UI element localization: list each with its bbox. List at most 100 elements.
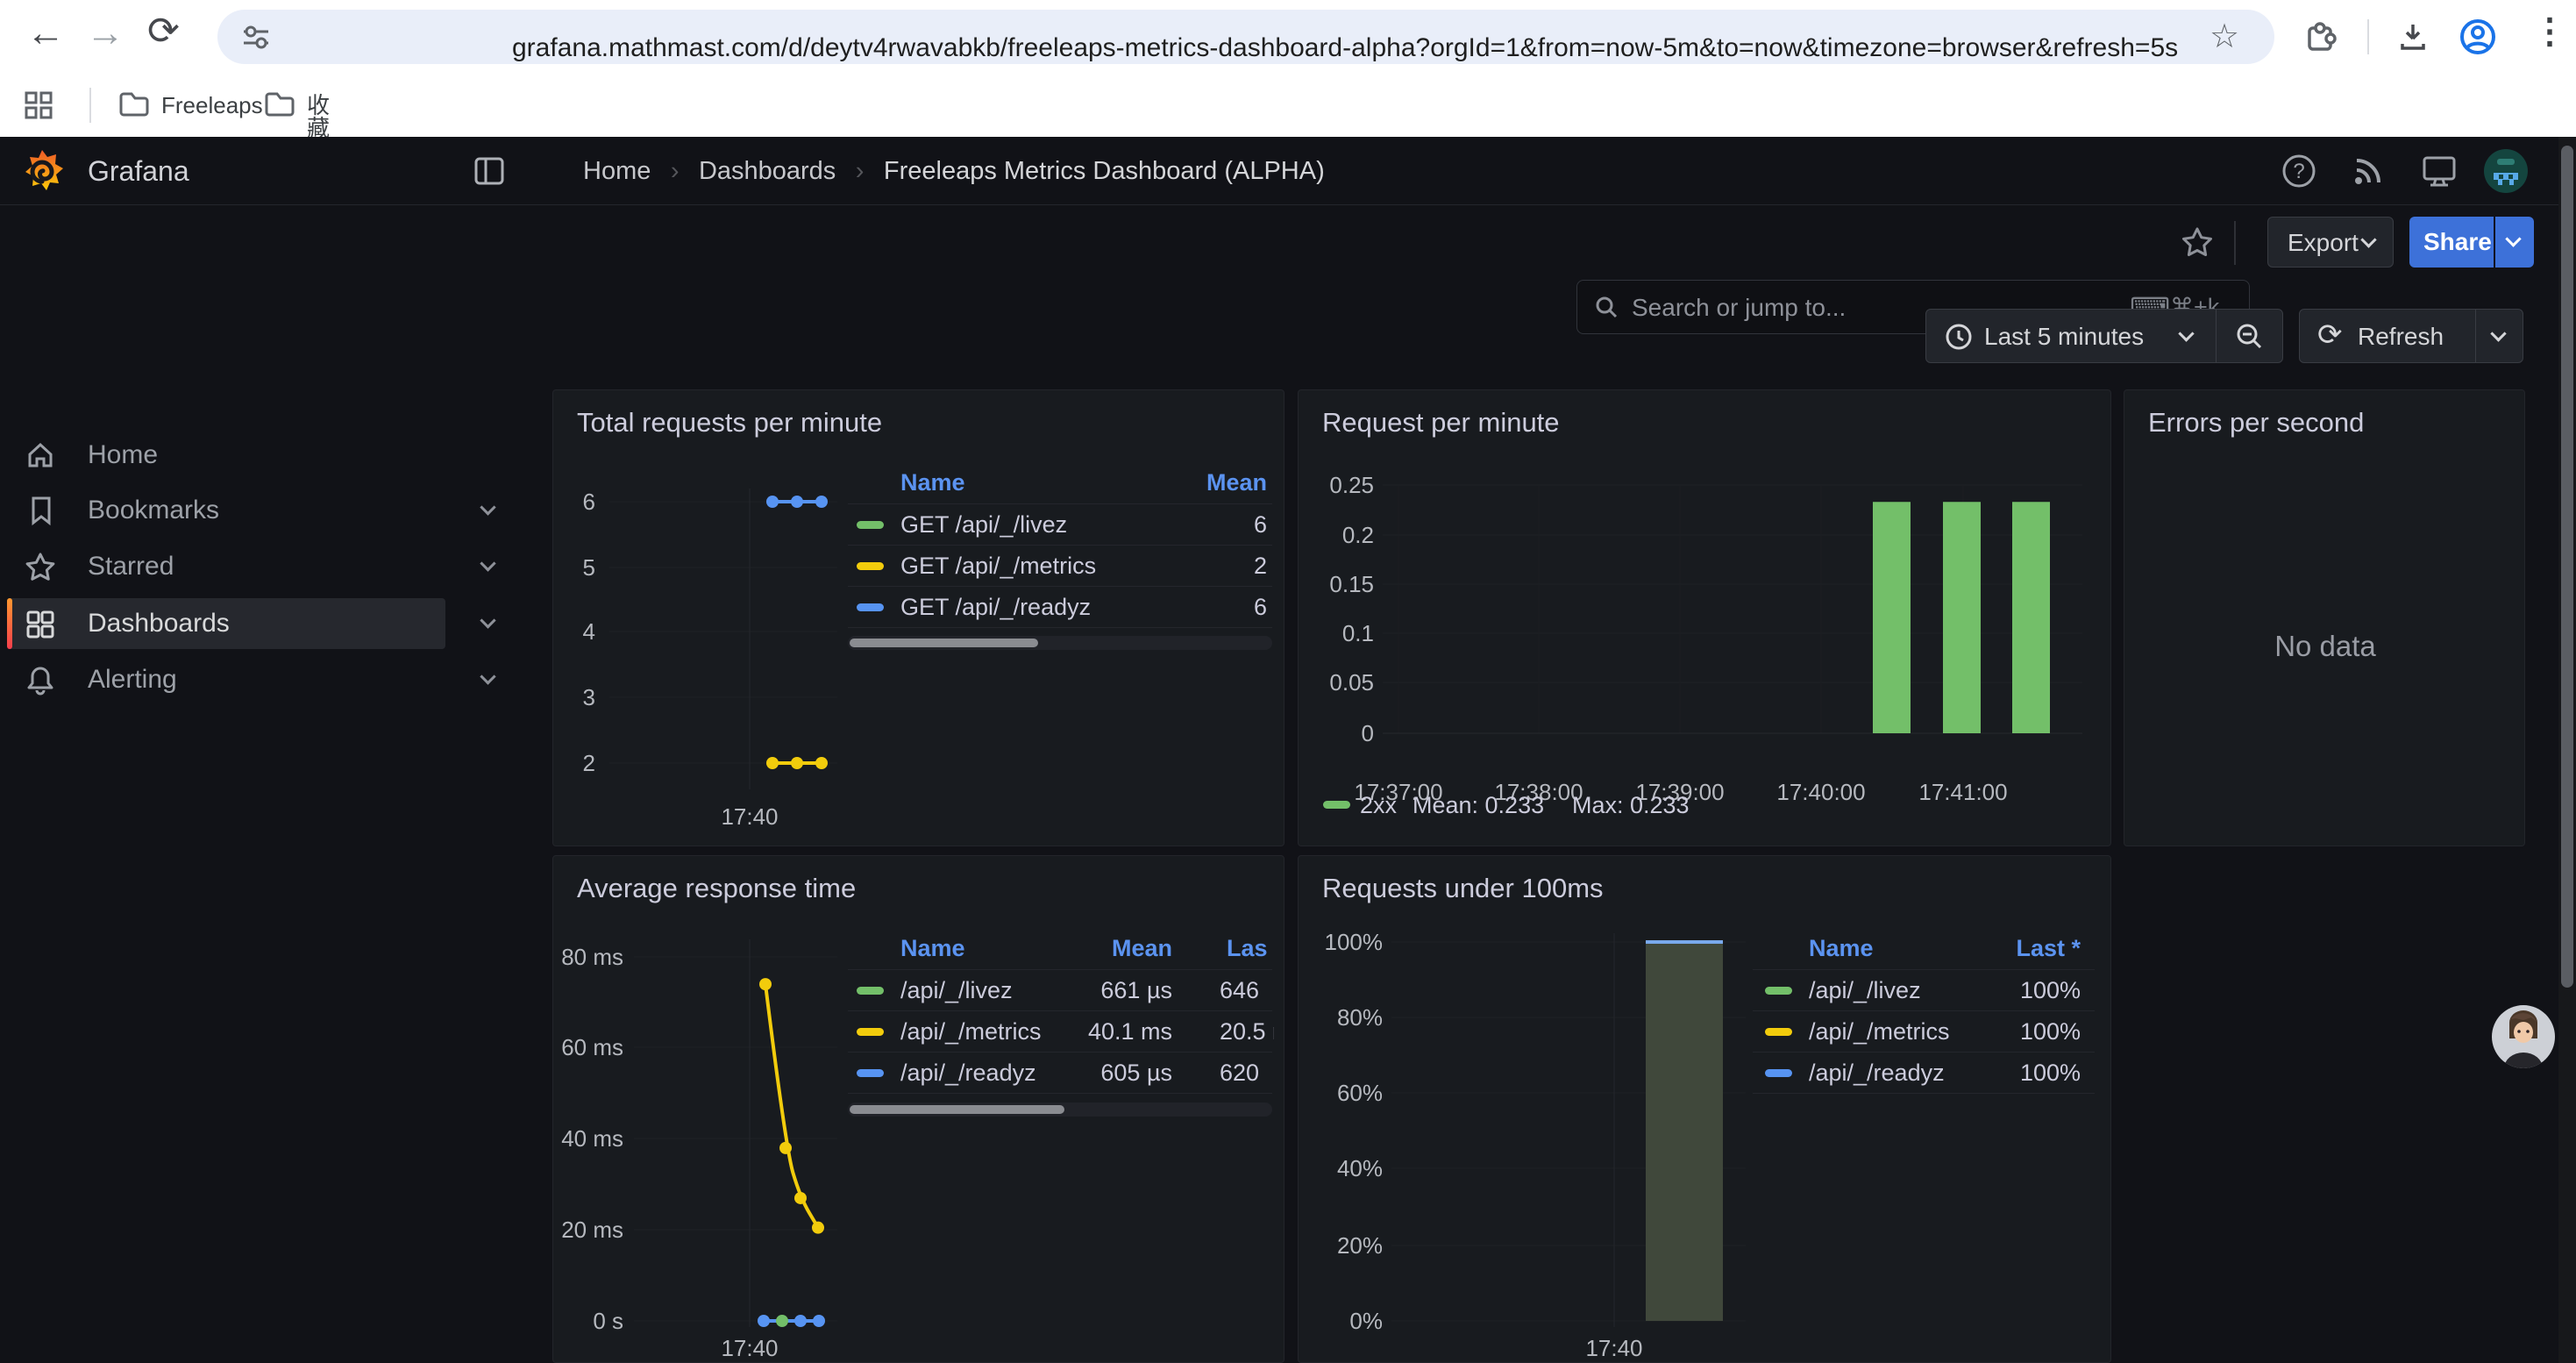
search-placeholder: Search or jump to... — [1632, 296, 1846, 320]
series-swatch — [857, 1069, 884, 1077]
button-divider — [2216, 310, 2217, 362]
time-range-picker[interactable]: Last 5 minutes — [1925, 309, 2283, 363]
reload-icon[interactable]: ⟳ — [147, 12, 180, 51]
refresh-button[interactable]: ⟳ Refresh — [2299, 309, 2523, 363]
sidebar-item-alerting[interactable]: Alerting — [0, 653, 522, 706]
brand-title: Grafana — [88, 157, 189, 185]
chevron-down-icon — [2505, 231, 2521, 246]
panel-total-requests: Total requests per minute 6 5 4 3 2 17:4… — [552, 389, 1284, 846]
bookmark-icon — [26, 495, 56, 526]
series-swatch — [857, 603, 884, 611]
series-swatch — [857, 1028, 884, 1036]
star-icon — [24, 551, 57, 584]
folder-icon — [117, 88, 151, 121]
chevron-down-icon[interactable] — [480, 668, 495, 684]
series-swatch — [1765, 1028, 1792, 1036]
back-icon[interactable]: ← — [26, 14, 65, 53]
chevron-down-icon[interactable] — [480, 499, 495, 515]
legend-max: Max: 0.233 — [1572, 794, 1690, 817]
sidebar-item-starred[interactable]: Starred — [0, 540, 522, 593]
grafana-top-nav: Grafana Home › Dashboards › Freeleaps Me… — [0, 137, 2576, 205]
breadcrumb-home[interactable]: Home — [583, 157, 651, 185]
button-divider — [2475, 310, 2476, 362]
series-name[interactable]: /api/_/metrics — [900, 1020, 1042, 1044]
browser-menu-icon[interactable]: ⋮ — [2532, 14, 2567, 49]
share-menu-button[interactable] — [2495, 217, 2534, 268]
panel-request-per-minute: Request per minute 0.25 0.2 0.15 0.1 0.0… — [1298, 389, 2111, 846]
series-swatch — [1765, 987, 1792, 995]
sidebar-item-dashboards[interactable]: Dashboards — [0, 597, 522, 650]
table-scrollbar[interactable] — [848, 1103, 1272, 1117]
breadcrumb-dashboards[interactable]: Dashboards — [699, 157, 836, 185]
area-chart — [1299, 856, 2111, 1363]
chevron-down-icon[interactable] — [480, 555, 495, 571]
bookmarks-divider — [89, 88, 91, 123]
series-swatch — [857, 987, 884, 995]
bar-chart — [1299, 390, 2111, 846]
series-last: 646 — [1220, 979, 1274, 1003]
panel-requests-under-100ms: Requests under 100ms 100% 80% 60% 40% 20… — [1298, 855, 2111, 1363]
series-swatch — [857, 521, 884, 529]
legend-series[interactable]: 2xx — [1360, 794, 1397, 817]
table-scrollbar[interactable] — [848, 636, 1272, 650]
refresh-icon: ⟳ — [2317, 320, 2343, 350]
favorite-star-icon[interactable] — [2180, 225, 2215, 260]
search-icon — [1593, 294, 1619, 320]
series-swatch — [1765, 1069, 1792, 1077]
sidebar-toggle-icon[interactable] — [473, 156, 505, 186]
series-mean: 6 — [1153, 513, 1267, 537]
grafana-logo — [19, 148, 65, 194]
series-name[interactable]: GET /api/_/metrics — [900, 554, 1096, 578]
toolbar-divider — [2367, 19, 2369, 54]
bookmark-label: Freeleaps — [161, 94, 263, 117]
series-name[interactable]: /api/_/livez — [1809, 979, 1921, 1003]
avatar-illustration — [2492, 1005, 2555, 1068]
share-button[interactable]: Share — [2409, 217, 2494, 268]
user-avatar[interactable] — [2483, 148, 2529, 194]
series-name[interactable]: GET /api/_/livez — [900, 513, 1067, 537]
zoom-out-icon[interactable] — [2235, 322, 2265, 352]
url-text: grafana.mathmast.com/d/deytv4rwavabkb/fr… — [512, 33, 2178, 63]
series-name[interactable]: /api/_/readyz — [900, 1061, 1036, 1085]
sidebar-item-bookmarks[interactable]: Bookmarks — [0, 484, 522, 537]
site-settings-icon[interactable] — [240, 21, 272, 53]
series-name[interactable]: GET /api/_/readyz — [900, 596, 1091, 619]
chevron-down-icon — [2360, 232, 2376, 247]
series-mean: 6 — [1153, 596, 1267, 619]
panel-avg-response-time: Average response time 80 ms 60 ms 40 ms … — [552, 855, 1284, 1363]
series-name[interactable]: /api/_/livez — [900, 979, 1013, 1003]
download-icon[interactable] — [2395, 19, 2430, 54]
profile-icon[interactable] — [2459, 18, 2497, 56]
news-rss-icon[interactable] — [2350, 153, 2387, 189]
chevron-down-icon[interactable] — [480, 612, 495, 628]
breadcrumb: Home › Dashboards › Freeleaps Metrics Da… — [583, 159, 1325, 184]
assistant-avatar[interactable] — [2492, 1005, 2555, 1068]
series-last: 100% — [1967, 979, 2081, 1003]
forward-icon[interactable]: → — [86, 14, 125, 53]
series-mean: 2 — [1153, 554, 1267, 578]
refresh-interval-chevron-icon[interactable] — [2490, 325, 2506, 341]
breadcrumb-current: Freeleaps Metrics Dashboard (ALPHA) — [884, 157, 1325, 185]
bookmarks-bar: Freeleaps 收藏博客 — [0, 74, 2576, 137]
page-scrollbar-thumb[interactable] — [2561, 146, 2573, 988]
no-data-message: No data — [2124, 632, 2525, 660]
chevron-down-icon — [2178, 325, 2194, 341]
url-bar[interactable]: grafana.mathmast.com/d/deytv4rwavabkb/fr… — [217, 10, 2274, 64]
help-icon[interactable]: ? — [2280, 152, 2318, 190]
series-name[interactable]: /api/_/readyz — [1809, 1061, 1945, 1085]
apps-grid-icon[interactable] — [23, 89, 54, 121]
dashboards-icon — [25, 609, 56, 640]
series-last: 100% — [1967, 1061, 2081, 1085]
panel-errors-per-second: Errors per second No data — [2124, 389, 2525, 846]
home-icon — [25, 440, 56, 472]
panel-title[interactable]: Errors per second — [2148, 409, 2364, 436]
export-button[interactable]: Export — [2267, 217, 2394, 268]
series-last: 620 — [1220, 1061, 1274, 1085]
series-last: 20.5 m — [1220, 1020, 1274, 1044]
bookmark-star-icon[interactable]: ☆ — [2210, 20, 2239, 54]
extensions-icon[interactable] — [2304, 19, 2339, 54]
sidebar-item-home[interactable]: Home — [0, 429, 522, 482]
series-name[interactable]: /api/_/metrics — [1809, 1020, 1950, 1044]
bell-icon — [25, 664, 56, 697]
monitor-icon[interactable] — [2420, 153, 2459, 191]
